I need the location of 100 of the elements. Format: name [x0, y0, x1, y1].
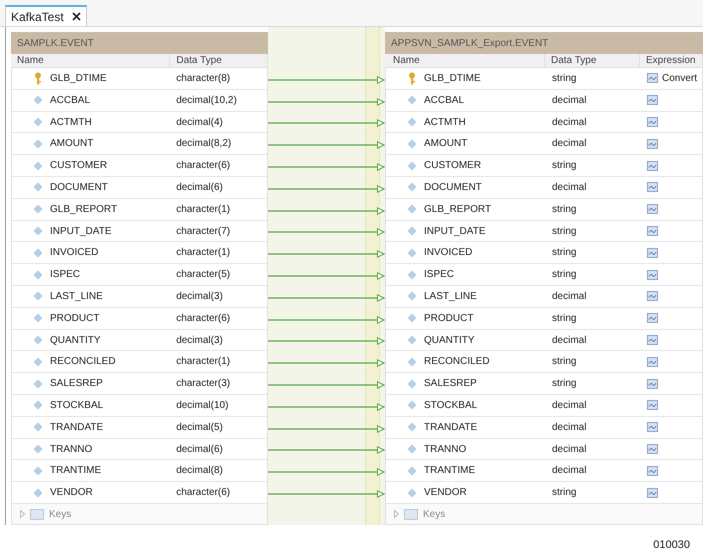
- folder-icon: [404, 508, 418, 520]
- function-icon: [647, 488, 658, 498]
- field-row[interactable]: INVOICED character(1): [12, 242, 267, 264]
- function-icon: [647, 291, 658, 302]
- field-type: decimal: [551, 464, 588, 478]
- field-row[interactable]: ACTMTH decimal: [386, 112, 702, 132]
- connector-arrow[interactable]: [268, 468, 385, 476]
- field-row[interactable]: AMOUNT decimal: [386, 133, 702, 154]
- field-row[interactable]: AMOUNT decimal(8,2): [12, 133, 267, 154]
- field-type: string: [551, 355, 578, 370]
- field-type: string: [551, 377, 578, 392]
- field-row[interactable]: RECONCILED character(1): [12, 351, 267, 372]
- field-row[interactable]: TRANNO decimal: [386, 438, 702, 460]
- field-row[interactable]: SALESREP character(3): [12, 373, 267, 394]
- connector-arrow[interactable]: [268, 76, 385, 84]
- field-row[interactable]: PRODUCT character(6): [12, 308, 267, 329]
- field-row[interactable]: LAST_LINE decimal: [386, 286, 702, 307]
- field-name: PRODUCT: [424, 312, 474, 326]
- connector-arrow[interactable]: [268, 402, 385, 411]
- field-type: decimal: [551, 442, 588, 456]
- field-row[interactable]: SALESREP string: [386, 373, 702, 394]
- field-row[interactable]: LAST_LINE decimal(3): [12, 286, 267, 307]
- field-name: LAST_LINE: [50, 290, 103, 304]
- connector-arrow[interactable]: [268, 184, 385, 193]
- field-name: ACCBAL: [50, 94, 90, 108]
- field-row[interactable]: VENDOR character(6): [12, 482, 267, 503]
- field-row[interactable]: RECONCILED string: [386, 351, 702, 372]
- field-row[interactable]: STOCKBAL decimal(10): [12, 395, 267, 416]
- field-row[interactable]: TRANTIME decimal(8): [12, 460, 267, 482]
- function-icon: [647, 313, 658, 324]
- function-icon: [647, 335, 658, 346]
- connector-arrow[interactable]: [268, 98, 385, 106]
- field-name: QUANTITY: [50, 334, 101, 348]
- field-type: character(6): [175, 312, 232, 326]
- connector-arrow[interactable]: [268, 359, 385, 368]
- function-icon: [647, 117, 658, 128]
- field-row[interactable]: TRANDATE decimal(5): [12, 416, 267, 438]
- connector-arrow[interactable]: [268, 141, 385, 150]
- connector-arrow[interactable]: [268, 294, 385, 302]
- function-icon: [647, 73, 658, 84]
- function-icon: [647, 182, 658, 192]
- connector-arrow[interactable]: [268, 206, 385, 215]
- field-row[interactable]: ACTMTH decimal(4): [12, 112, 267, 132]
- function-icon: [647, 400, 658, 410]
- field-row[interactable]: INVOICED string: [386, 242, 702, 264]
- field-type: string: [551, 268, 578, 282]
- field-name: SALESREP: [424, 377, 477, 392]
- field-row[interactable]: STOCKBAL decimal: [386, 395, 702, 416]
- connector-arrow[interactable]: [268, 250, 385, 258]
- field-name: LAST_LINE: [424, 290, 477, 304]
- field-row[interactable]: CUSTOMER character(6): [12, 155, 267, 176]
- close-icon[interactable]: [72, 12, 81, 21]
- field-row[interactable]: GLB_REPORT character(1): [12, 198, 267, 220]
- field-type: decimal: [551, 180, 588, 195]
- field-type: string: [551, 224, 578, 239]
- field-row[interactable]: INPUT_DATE character(7): [12, 220, 267, 242]
- connector-arrow[interactable]: [268, 119, 385, 128]
- field-row[interactable]: CUSTOMER string: [386, 155, 702, 176]
- field-row[interactable]: ISPEC character(5): [12, 264, 267, 286]
- expand-arrow-icon[interactable]: [394, 510, 399, 518]
- connector-arrow[interactable]: [268, 446, 385, 454]
- field-row[interactable]: GLB_DTIME character(8): [12, 68, 267, 89]
- field-name: INPUT_DATE: [50, 224, 112, 239]
- function-icon: [647, 248, 658, 258]
- field-row[interactable]: ACCBAL decimal(10,2): [12, 90, 267, 111]
- field-row[interactable]: DOCUMENT decimal(6): [12, 177, 267, 198]
- field-row[interactable]: VENDOR string: [386, 482, 702, 503]
- field-type: character(1): [175, 202, 232, 217]
- field-row[interactable]: GLB_DTIME string Convert: [386, 68, 702, 89]
- connector-arrow[interactable]: [268, 272, 385, 280]
- connector-arrow[interactable]: [268, 163, 385, 172]
- field-type: decimal(6): [175, 442, 224, 456]
- field-type: decimal(3): [175, 290, 224, 304]
- expand-arrow-icon[interactable]: [20, 510, 25, 518]
- field-type: decimal: [551, 290, 588, 304]
- field-row[interactable]: QUANTITY decimal(3): [12, 330, 267, 350]
- field-row[interactable]: TRANDATE decimal: [386, 416, 702, 438]
- field-row[interactable]: ISPEC string: [386, 264, 702, 286]
- field-row[interactable]: INPUT_DATE string: [386, 220, 702, 242]
- connector-arrow[interactable]: [268, 228, 385, 236]
- connector-arrow[interactable]: [268, 490, 385, 498]
- field-name: GLB_DTIME: [50, 72, 107, 86]
- field-row[interactable]: DOCUMENT decimal: [386, 177, 702, 198]
- field-row[interactable]: PRODUCT string: [386, 308, 702, 329]
- connector-arrow[interactable]: [268, 337, 385, 346]
- field-row[interactable]: QUANTITY decimal: [386, 330, 702, 350]
- field-type: decimal(6): [175, 180, 224, 195]
- editor-tab[interactable]: KafkaTest: [5, 5, 87, 26]
- field-row[interactable]: TRANNO decimal(6): [12, 438, 267, 460]
- field-type: decimal(3): [175, 334, 224, 348]
- expression-text: Convert: [662, 72, 698, 86]
- field-row[interactable]: ACCBAL decimal: [386, 90, 702, 111]
- field-row[interactable]: TRANTIME decimal: [386, 460, 702, 482]
- field-name: AMOUNT: [50, 137, 94, 152]
- connector-arrow[interactable]: [268, 316, 385, 324]
- field-name: RECONCILED: [424, 355, 490, 370]
- connector-arrow[interactable]: [268, 381, 385, 390]
- connector-arrow[interactable]: [268, 424, 385, 433]
- field-name: CUSTOMER: [50, 159, 108, 174]
- field-row[interactable]: GLB_REPORT string: [386, 198, 702, 220]
